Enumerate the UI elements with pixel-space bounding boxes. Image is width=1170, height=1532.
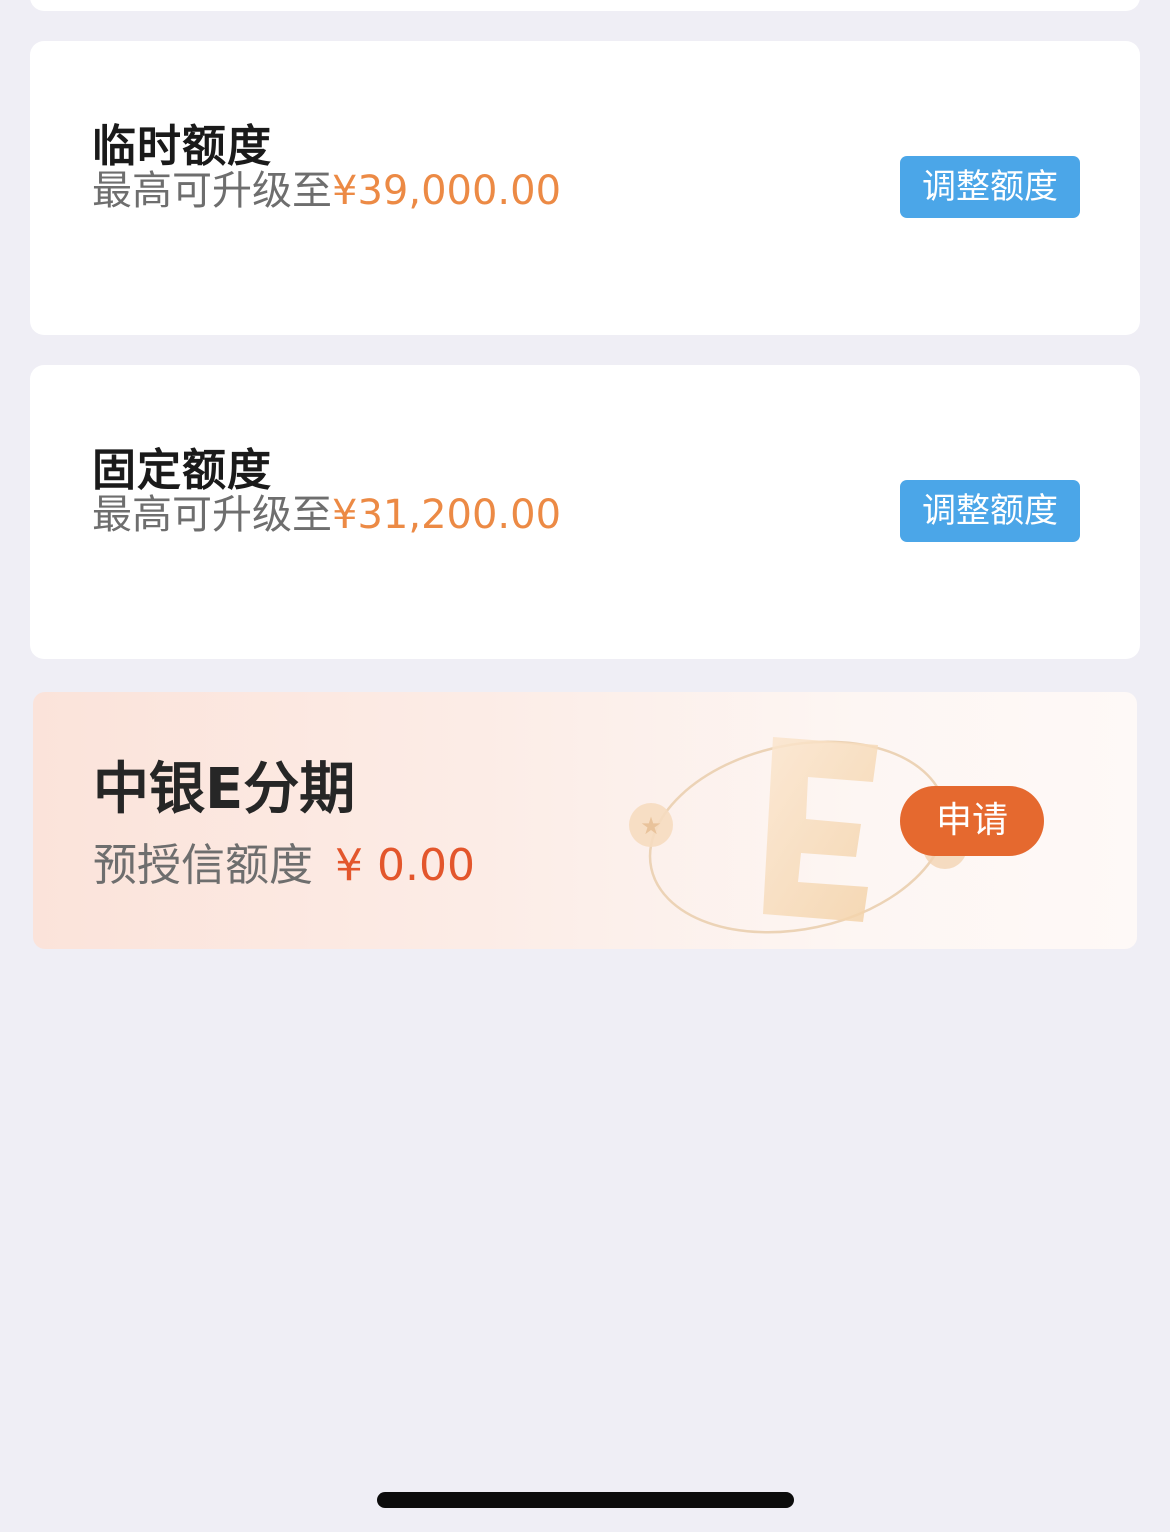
installment-promo-card[interactable]: ★ 中银E分期 预授信额度 ¥ 0.00 申请	[33, 692, 1137, 949]
installment-title: 中银E分期	[93, 757, 356, 822]
apply-button[interactable]: 申请	[900, 786, 1044, 856]
fixed-limit-prefix: 最高可升级至	[92, 492, 332, 538]
previous-card	[30, 0, 1140, 11]
fixed-limit-card: 固定额度 最高可升级至¥31,200.00 调整额度	[30, 365, 1140, 659]
fixed-limit-title: 固定额度	[92, 445, 272, 496]
svg-text:★: ★	[640, 812, 662, 840]
fixed-limit-amount: ¥31,200.00	[332, 492, 562, 538]
adjust-temporary-limit-button[interactable]: 调整额度	[900, 156, 1080, 218]
temporary-limit-card: 临时额度 最高可升级至¥39,000.00 调整额度	[30, 41, 1140, 335]
temporary-limit-title: 临时额度	[92, 121, 272, 172]
adjust-fixed-limit-button[interactable]: 调整额度	[900, 480, 1080, 542]
home-indicator[interactable]	[377, 1492, 794, 1508]
installment-description: 预授信额度 ¥ 0.00	[93, 844, 475, 888]
temporary-limit-description: 最高可升级至¥39,000.00	[92, 171, 561, 211]
temporary-limit-prefix: 最高可升级至	[92, 168, 332, 214]
pre-credit-limit-label: 预授信额度	[93, 840, 313, 891]
fixed-limit-description: 最高可升级至¥31,200.00	[92, 495, 561, 535]
pre-credit-limit-amount: ¥ 0.00	[335, 840, 475, 891]
temporary-limit-amount: ¥39,000.00	[332, 168, 562, 214]
